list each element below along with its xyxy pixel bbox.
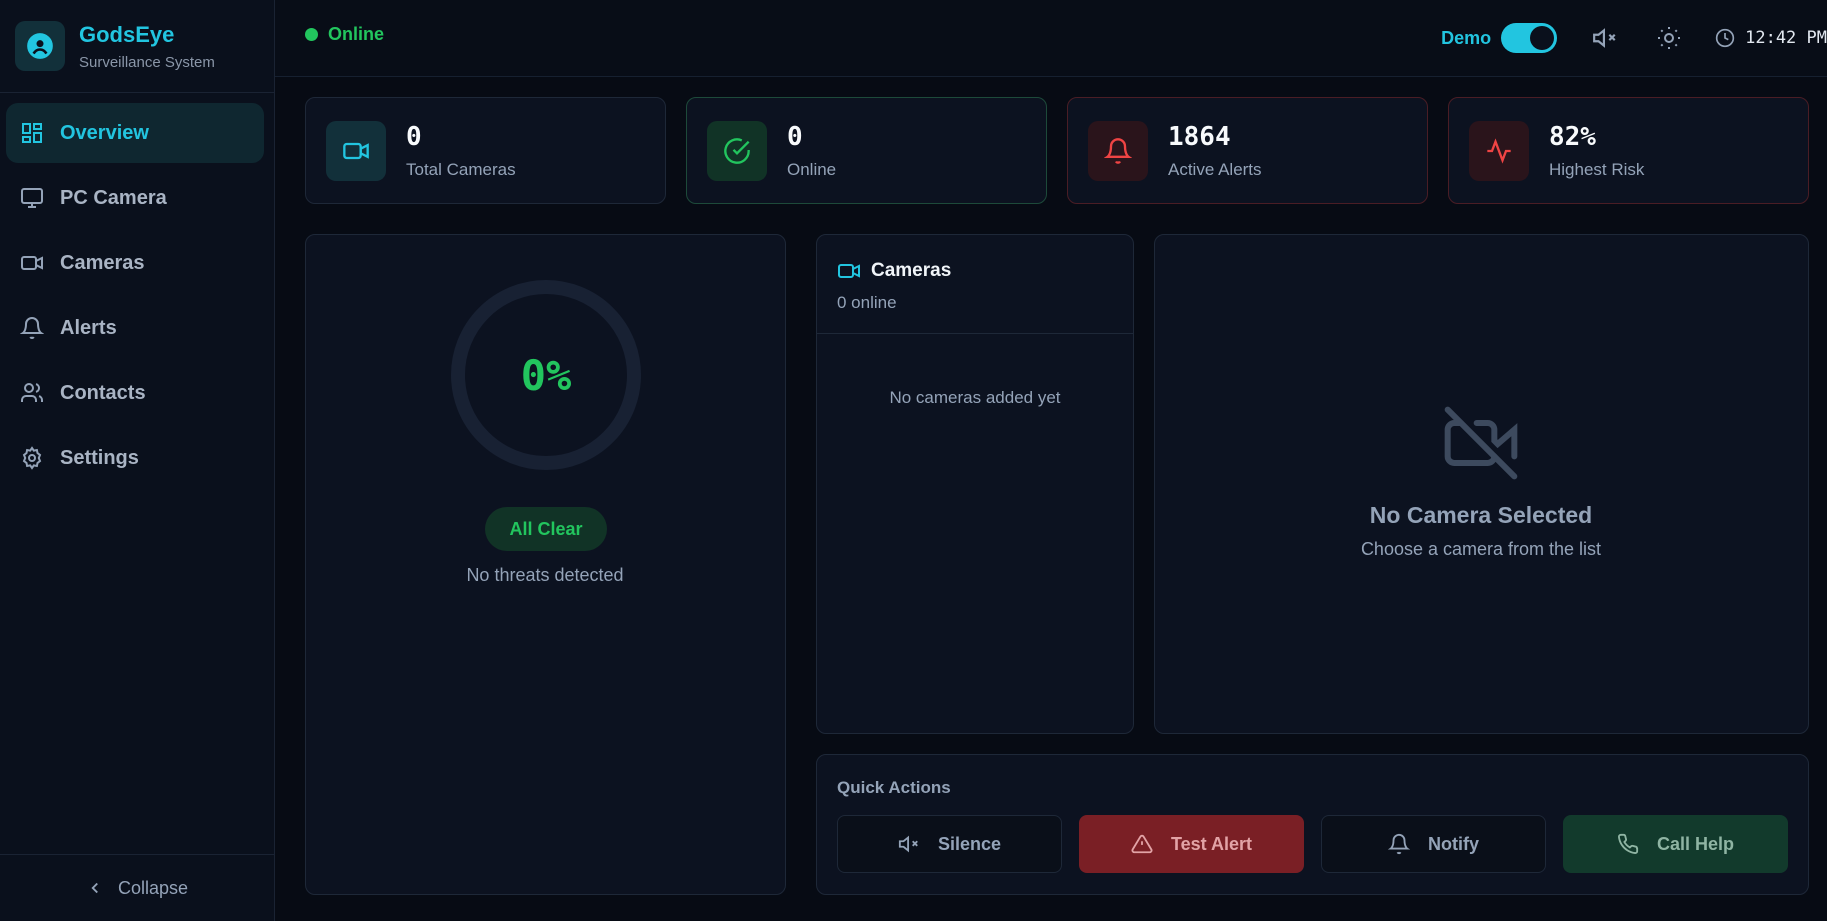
threat-percent: 0% [520,350,572,400]
no-camera-state: No Camera Selected Choose a camera from … [1155,403,1807,560]
layout-grid-icon [22,123,42,143]
cameras-panel-header: Cameras 0 online [817,235,1133,334]
threat-level-panel: 0% All Clear No threats detected [305,234,786,895]
video-off-icon [1444,406,1518,480]
volume-x-icon [1593,28,1616,48]
monitor-icon [21,188,43,208]
video-icon [326,120,386,181]
check-circle-icon [707,120,767,181]
sidebar-item-label: Alerts [60,316,117,339]
activity-icon [1469,120,1529,181]
mute-button[interactable] [1587,20,1623,56]
sidebar-item-settings[interactable]: Settings [6,428,264,488]
stat-card-total-cameras: 0 Total Cameras [305,97,666,204]
quick-actions-panel: Quick Actions Silence Test Alert Notify … [816,754,1809,895]
chevron-left-icon [91,882,98,894]
silence-button[interactable]: Silence [837,815,1062,873]
call-help-button[interactable]: Call Help [1563,815,1788,873]
sidebar-item-contacts[interactable]: Contacts [6,363,264,423]
test-alert-button[interactable]: Test Alert [1079,815,1304,873]
sidebar-item-pc-camera[interactable]: PC Camera [6,168,264,228]
shield-user-icon [15,21,65,71]
stat-value: 82% [1549,121,1596,152]
threat-message: No threats detected [466,565,624,585]
button-label: Test Alert [1170,833,1253,854]
stat-label: Online [787,159,837,179]
sidebar-item-overview[interactable]: Overview [6,103,264,163]
theme-button[interactable] [1651,20,1687,56]
status-dot [305,28,318,41]
demo-toggle[interactable] [1501,23,1558,53]
header-controls: Demo 12:42 PM [1441,20,1827,56]
volume-x-icon [898,835,918,853]
stat-label: Active Alerts [1168,159,1262,179]
stat-label: Total Cameras [406,159,516,179]
app-root: GodsEye Surveillance System Overview PC … [0,0,1827,921]
stat-value: 0 [787,121,803,152]
status-label: Online [328,24,385,44]
users-icon [21,383,43,402]
gear-icon [22,446,42,470]
sidebar-item-label: Cameras [60,251,145,274]
alert-triangle-icon [1131,834,1153,854]
cameras-title-label: Cameras [871,260,952,281]
sidebar-item-label: PC Camera [60,186,167,209]
sidebar: GodsEye Surveillance System Overview PC … [0,0,275,921]
sidebar-item-label: Settings [60,446,139,469]
quick-actions-title: Quick Actions [837,778,951,797]
clock-time: 12:42 PM [1745,28,1827,48]
clock-icon [1715,28,1735,48]
brand: GodsEye Surveillance System [0,0,274,93]
toggle-knob [1530,26,1555,50]
clock: 12:42 PM [1715,28,1827,48]
sidebar-item-alerts[interactable]: Alerts [6,298,264,358]
cameras-empty-state: No cameras added yet [889,388,1061,407]
cameras-panel-title: Cameras [837,259,1113,283]
sidebar-item-cameras[interactable]: Cameras [6,233,264,293]
bell-icon [1088,120,1148,181]
stat-card-online: 0 Online [686,97,1047,204]
stat-card-active-alerts: 1864 Active Alerts [1067,97,1428,204]
brand-name: GodsEye [79,21,175,47]
cameras-online-count: 0 online [837,293,897,312]
top-header: Online Demo 12:42 PM [275,0,1827,77]
stat-card-highest-risk: 82% Highest Risk [1448,97,1809,204]
collapse-button[interactable]: Collapse [0,854,274,921]
no-camera-subtitle: Choose a camera from the list [1360,539,1602,559]
stat-value: 0 [406,121,422,152]
video-icon [21,256,43,270]
button-label: Silence [937,833,1002,854]
cameras-panel: Cameras 0 online No cameras added yet [816,234,1134,734]
sidebar-item-label: Overview [60,121,149,144]
connection-status: Online [305,24,384,45]
phone-icon [1617,833,1639,854]
stat-label: Highest Risk [1549,159,1645,179]
notify-button[interactable]: Notify [1321,815,1546,873]
bell-icon [1388,834,1410,855]
brand-subtitle: Surveillance System [79,53,215,71]
sidebar-item-label: Contacts [60,381,146,404]
camera-viewer-panel: No Camera Selected Choose a camera from … [1154,234,1809,734]
demo-label: Demo [1441,27,1492,48]
no-camera-title: No Camera Selected [1369,502,1593,528]
collapse-label: Collapse [117,877,189,898]
button-label: Notify [1428,833,1479,854]
button-label: Call Help [1656,833,1735,854]
sidebar-nav: Overview PC Camera Cameras Alerts Contac… [0,93,274,488]
stat-value: 1864 [1168,121,1231,152]
video-icon [838,264,860,278]
sun-icon [1658,27,1681,49]
status-badge: All Clear [485,507,607,551]
threat-gauge: 0% [450,279,642,471]
bell-icon [20,317,44,339]
